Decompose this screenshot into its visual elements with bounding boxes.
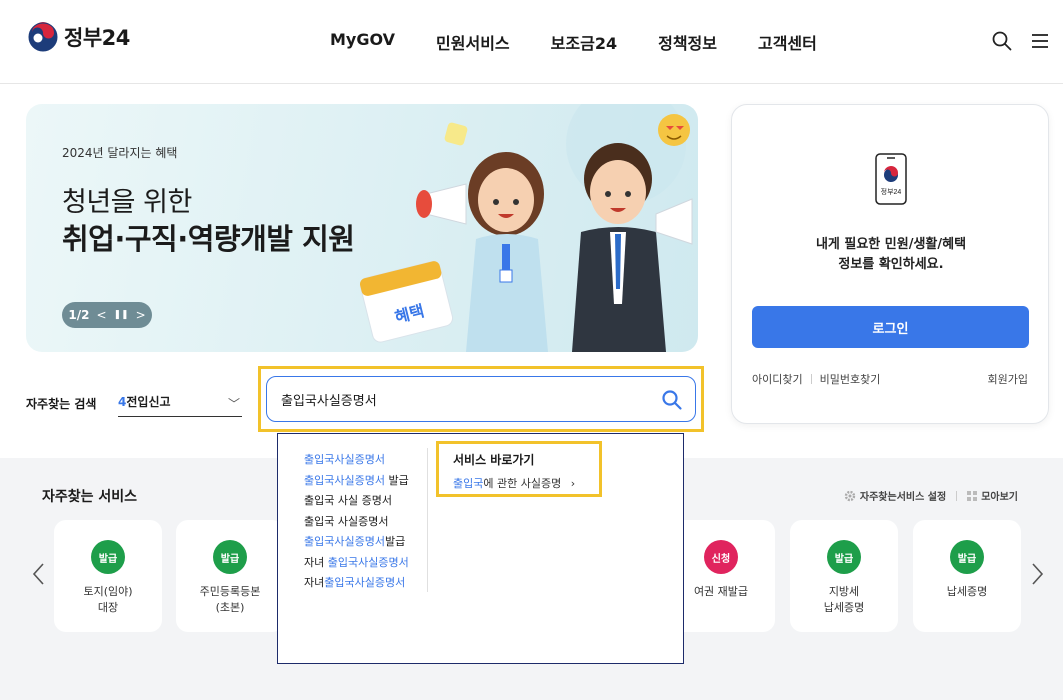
phone-label: 정부24 xyxy=(881,187,902,196)
service-card-line1: 토지(임야) xyxy=(83,585,133,598)
link-divider xyxy=(810,374,812,384)
view-all-label: 모아보기 xyxy=(981,492,1018,503)
signup-link[interactable]: 회원가입 xyxy=(988,371,1028,387)
frequent-search-label: 자주찾는 검색 xyxy=(26,397,97,411)
banner-controls: 1/2 < ❚❚ > xyxy=(62,302,152,328)
suggestion-item[interactable]: 출입국사실증명서 xyxy=(304,450,432,471)
nav-policy-info[interactable]: 정책정보 xyxy=(658,30,717,54)
service-card-label: 주민등록등본 (초본) xyxy=(176,584,284,616)
autocomplete-dropdown: 출입국사실증명서 출입국사실증명서 발급 출입국 사실 증명서 출입국 사실증명… xyxy=(277,433,684,664)
frequent-search-term: 전입신고 xyxy=(126,395,171,409)
login-message-line1: 내게 필요한 민원/생활/혜택 xyxy=(815,237,967,252)
suggestion-item[interactable]: 출입국사실증명서 발급 xyxy=(304,471,432,492)
banner-title-line2: 취업·구직·역량개발 지원 xyxy=(62,222,355,256)
grid-icon xyxy=(967,490,978,501)
service-card-local-tax-cert[interactable]: 발급 지방세 납세증명 xyxy=(790,520,898,632)
service-card-label: 토지(임야) 대장 xyxy=(54,584,162,616)
services-tools: 자주찾는서비스 설정 모아보기 xyxy=(844,488,1018,503)
apply-badge: 신청 xyxy=(704,540,738,574)
service-card-label: 지방세 납세증명 xyxy=(790,584,898,616)
login-message: 내게 필요한 민원/생활/혜택 정보를 확인하세요. xyxy=(732,235,1050,275)
service-card-line2: 납세증명 xyxy=(823,601,865,614)
service-card-tax-cert[interactable]: 발급 납세증명 xyxy=(913,520,1021,632)
banner-pager: 1/2 xyxy=(68,308,90,322)
login-links: 아이디찾기 비밀번호찾기 xyxy=(752,371,880,387)
suggestion-item[interactable]: 출입국사실증명서발급 xyxy=(304,532,432,553)
gear-icon xyxy=(844,490,856,501)
service-card-line1: 주민등록등본 xyxy=(199,585,261,598)
suggestion-item[interactable]: 자녀출입국사실증명서 xyxy=(304,573,432,594)
nav-civil-service[interactable]: 민원서비스 xyxy=(436,30,510,54)
taegeuk-logo-icon xyxy=(28,22,58,52)
nav-customer-center[interactable]: 고객센터 xyxy=(758,30,817,54)
suggestion-item[interactable]: 자녀 출입국사실증명서 xyxy=(304,553,432,574)
service-shortcut-title: 서비스 바로가기 xyxy=(453,453,535,467)
promo-banner[interactable]: 2024년 달라지는 혜택 청년을 위한 취업·구직·역량개발 지원 1/2 <… xyxy=(26,104,698,352)
suggestion-item[interactable]: 출입국 사실증명서 xyxy=(304,512,432,533)
find-id-link[interactable]: 아이디찾기 xyxy=(752,371,803,387)
issue-badge: 발급 xyxy=(213,540,247,574)
suggestion-list: 출입국사실증명서 출입국사실증명서 발급 출입국 사실 증명서 출입국 사실증명… xyxy=(304,450,432,594)
service-card-line2: (초본) xyxy=(215,601,245,614)
service-card-resident-register[interactable]: 발급 주민등록등본 (초본) xyxy=(176,520,284,632)
service-shortcut-highlight: 서비스 바로가기 출입국에 관한 사실증명 › xyxy=(436,441,602,497)
login-button[interactable]: 로그인 xyxy=(752,306,1029,348)
carousel-prev-icon[interactable] xyxy=(31,560,47,588)
service-card-label: 납세증명 xyxy=(913,584,1021,600)
services-settings-button[interactable]: 자주찾는서비스 설정 xyxy=(844,488,946,503)
main-nav: MyGOV 민원서비스 보조금24 정책정보 고객센터 xyxy=(330,30,858,54)
carousel-next-icon[interactable] xyxy=(1029,560,1045,588)
issue-badge: 발급 xyxy=(91,540,125,574)
service-shortcut-link[interactable]: 출입국에 관한 사실증명 › xyxy=(453,475,575,491)
find-password-link[interactable]: 비밀번호찾기 xyxy=(820,371,881,387)
service-card-line1: 지방세 xyxy=(828,585,860,598)
banner-subtitle: 2024년 달라지는 혜택 xyxy=(62,146,178,160)
frequent-search-select[interactable]: 4전입신고 ﹀ xyxy=(118,393,242,417)
tools-divider xyxy=(956,490,958,501)
banner-prev-icon[interactable]: < xyxy=(96,308,106,322)
nav-mygov[interactable]: MyGOV xyxy=(330,30,395,54)
banner-next-icon[interactable]: > xyxy=(136,308,146,322)
service-shortcut-link-text: 에 관한 사실증명 xyxy=(483,477,562,490)
service-card-land-register[interactable]: 발급 토지(임야) 대장 xyxy=(54,520,162,632)
login-message-line2: 정보를 확인하세요. xyxy=(838,257,944,272)
issue-badge: 발급 xyxy=(827,540,861,574)
search-highlight-frame xyxy=(258,366,704,432)
mobile-id-icon: 정부24 xyxy=(875,153,907,205)
suggestion-item[interactable]: 출입국 사실 증명서 xyxy=(304,491,432,512)
banner-title-line1: 청년을 위한 xyxy=(62,187,192,218)
search-input[interactable] xyxy=(281,388,641,410)
login-card: 정부24 내게 필요한 민원/생활/혜택 정보를 확인하세요. 로그인 아이디찾… xyxy=(731,104,1049,424)
chevron-right-icon: › xyxy=(570,477,576,490)
service-shortcut-link-hl: 출입국 xyxy=(453,477,484,490)
service-card-line2: 대장 xyxy=(97,601,119,614)
service-card-line1: 납세증명 xyxy=(946,585,988,598)
services-title: 자주찾는 서비스 xyxy=(42,489,138,505)
view-all-button[interactable]: 모아보기 xyxy=(967,488,1018,503)
logo-text: 정부24 xyxy=(64,26,130,50)
site-logo[interactable]: 정부24 xyxy=(28,22,130,52)
nav-subsidy24[interactable]: 보조금24 xyxy=(551,30,617,54)
issue-badge: 발급 xyxy=(950,540,984,574)
search-box xyxy=(266,376,696,422)
search-icon[interactable] xyxy=(991,30,1013,52)
dropdown-divider xyxy=(427,448,428,592)
services-settings-label: 자주찾는서비스 설정 xyxy=(859,492,947,503)
site-header: 정부24 MyGOV 민원서비스 보조금24 정책정보 고객센터 xyxy=(0,0,1063,84)
banner-pause-icon[interactable]: ❚❚ xyxy=(114,310,129,320)
search-submit-icon[interactable] xyxy=(661,389,683,411)
banner-illustration: 혜택 xyxy=(359,104,693,352)
chevron-down-icon: ﹀ xyxy=(227,397,240,411)
menu-icon[interactable] xyxy=(1029,30,1051,52)
